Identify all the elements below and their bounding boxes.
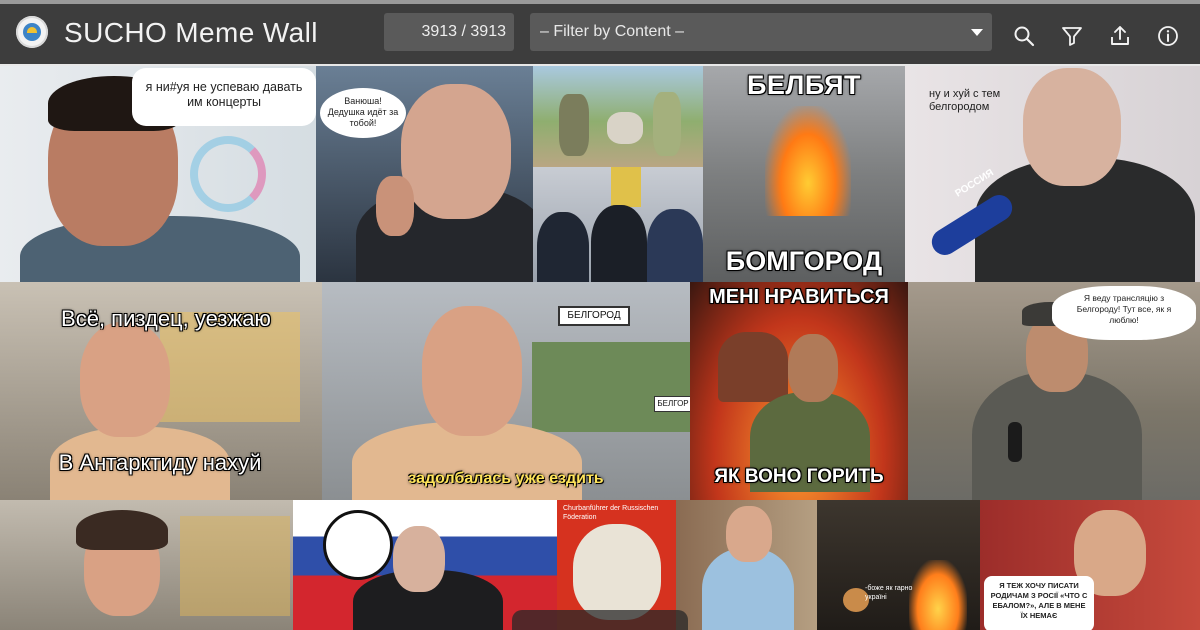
meme-tile-14[interactable] bbox=[676, 500, 817, 630]
speech-bubble: Ванюша! Дедушка идёт за тобой! bbox=[320, 88, 406, 138]
person-figure bbox=[653, 92, 681, 156]
person-face bbox=[80, 322, 170, 437]
microphone bbox=[1008, 422, 1022, 462]
app-title: SUCHO Meme Wall bbox=[64, 17, 318, 48]
skull-image bbox=[573, 524, 661, 620]
meme-caption: Я ТЕЖ ХОЧУ ПИСАТИ РОДИЧАМ З РОСІЇ «ЧТО С… bbox=[984, 576, 1094, 630]
flag bbox=[611, 167, 641, 207]
meme-tile-10[interactable]: Я веду трансляцію з Белгороду! Тут все, … bbox=[908, 282, 1200, 500]
person-figure bbox=[647, 209, 703, 282]
flag-emblem bbox=[323, 510, 393, 580]
speech-bubble: я ни#уя не успеваю давать им концерты bbox=[132, 68, 316, 126]
person-figure bbox=[607, 112, 643, 144]
meme-tile-15[interactable]: -боже як гарно україні bbox=[817, 500, 980, 630]
person-face bbox=[788, 334, 838, 402]
chevron-down-icon bbox=[971, 29, 983, 36]
person-face bbox=[401, 84, 511, 219]
cathedral-dome bbox=[718, 332, 788, 402]
meme-tile-8[interactable]: БЕЛГОРОД БЕЛГОР задолбалась уже ездить bbox=[322, 282, 690, 500]
road-sign-2: БЕЛГОР bbox=[654, 396, 690, 412]
meme-caption-top: БЕЛБЯТ bbox=[747, 70, 861, 100]
meme-caption-top: Всё, пиздец, уезжаю bbox=[61, 306, 271, 331]
meme-caption-bottom: БОМГОРОД bbox=[725, 246, 883, 276]
meme-tile-4[interactable] bbox=[533, 167, 703, 282]
person-face bbox=[393, 526, 445, 592]
background-logo bbox=[190, 136, 266, 212]
car-window-view bbox=[180, 516, 290, 616]
meme-tile-16[interactable]: Я ТЕЖ ХОЧУ ПИСАТИ РОДИЧАМ З РОСІЇ «ЧТО С… bbox=[980, 500, 1200, 630]
meme-tile-6[interactable]: РОССИЯ ну и хуй с тем белгородом bbox=[905, 66, 1200, 282]
meme-caption-bottom: ЯК ВОНО ГОРИТЬ bbox=[714, 466, 884, 487]
road-sign: БЕЛГОРОД bbox=[558, 306, 630, 326]
meme-tile-1[interactable]: я ни#уя не успеваю давать им концерты bbox=[0, 66, 316, 282]
meme-caption-top: МЕНІ НРАВИТЬСЯ bbox=[709, 286, 889, 308]
meme-wall: я ни#уя не успеваю давать им концерты Ва… bbox=[0, 64, 1200, 630]
meme-tile-7[interactable]: Всё, пиздец, уезжаю В Антарктиду нахуй bbox=[0, 282, 322, 500]
person-face bbox=[726, 506, 772, 562]
person-figure bbox=[537, 212, 589, 282]
fire-image bbox=[765, 106, 851, 216]
filter-selected-value: – Filter by Content – bbox=[540, 23, 685, 40]
meme-caption: Churbanführer der Russischen Föderation bbox=[563, 505, 659, 521]
content-filter-select[interactable]: – Filter by Content – bbox=[530, 13, 992, 51]
person-hand bbox=[376, 176, 414, 236]
meme-tile-9[interactable]: МЕНІ НРАВИТЬСЯ ЯК ВОНО ГОРИТЬ bbox=[690, 282, 908, 500]
person-figure bbox=[591, 205, 647, 282]
logo-sun bbox=[27, 27, 37, 33]
person-figure bbox=[559, 94, 589, 156]
meme-tile-2[interactable]: Ванюша! Дедушка идёт за тобой! bbox=[316, 66, 533, 282]
meme-caption: задолбалась уже ездить bbox=[408, 470, 604, 487]
sucho-logo[interactable] bbox=[16, 16, 48, 48]
person-hair bbox=[76, 510, 168, 550]
search-icon[interactable] bbox=[1012, 24, 1036, 48]
filter-icon[interactable] bbox=[1060, 24, 1084, 48]
meme-tile-5[interactable]: БЕЛБЯТ БОМГОРОД bbox=[703, 66, 905, 282]
bottom-dock[interactable] bbox=[512, 610, 688, 630]
meme-caption: -боже як гарно україні bbox=[865, 585, 913, 601]
meme-tile-3[interactable] bbox=[533, 66, 703, 167]
meme-caption-bottom: В Антарктиду нахуй bbox=[58, 450, 262, 475]
outside-view bbox=[532, 342, 690, 432]
meme-tile-11[interactable] bbox=[0, 500, 293, 630]
share-icon[interactable] bbox=[1108, 24, 1132, 48]
meme-counter[interactable]: 3913 / 3913 bbox=[384, 13, 514, 51]
speech-bubble: Я веду трансляцію з Белгороду! Тут все, … bbox=[1052, 286, 1196, 340]
meme-caption: ну и хуй с тем белгородом bbox=[929, 88, 1001, 113]
top-bar: SUCHO Meme Wall 3913 / 3913 – Filter by … bbox=[0, 0, 1200, 64]
person-face bbox=[1023, 68, 1121, 186]
info-icon[interactable] bbox=[1156, 24, 1180, 48]
person-face bbox=[422, 306, 522, 436]
